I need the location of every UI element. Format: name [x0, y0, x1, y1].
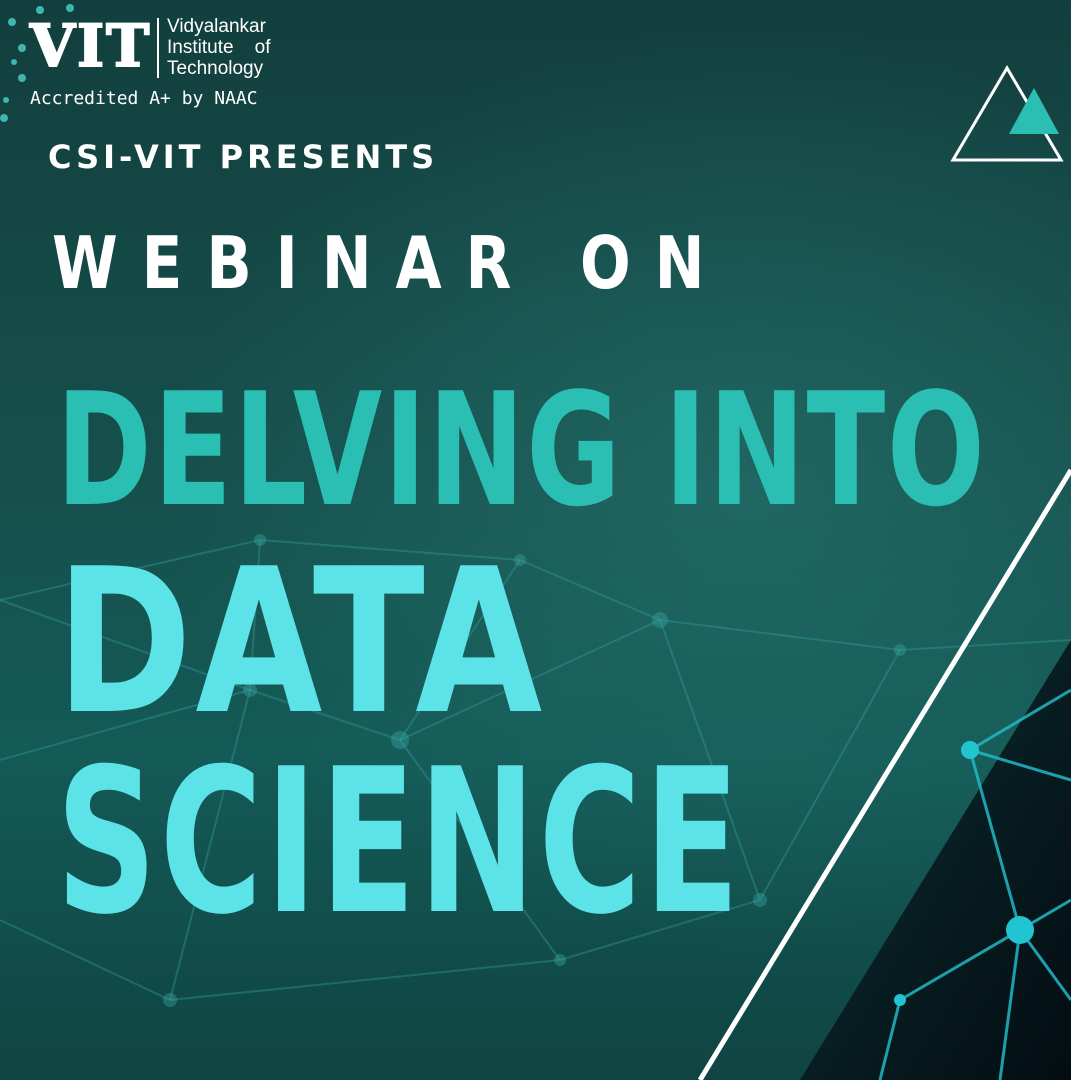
presenter-line: CSI-VIT PRESENTS: [48, 138, 439, 176]
title-line-1: DELVING INTO: [56, 359, 987, 541]
webinar-kicker: WEBINAR ON: [52, 221, 729, 305]
logo-name-line: Technology: [167, 58, 264, 79]
webinar-poster: VIT Vidyalankar Institute of Technology …: [0, 0, 1071, 1080]
title-line-3: SCIENCE: [56, 726, 743, 959]
accreditation-text: Accredited A+ by NAAC: [30, 88, 258, 109]
logo-divider: [157, 18, 159, 78]
logo-institute-name: Vidyalankar Institute of Technology: [167, 16, 307, 79]
vit-logo: VIT Vidyalankar Institute of Technology …: [0, 0, 300, 122]
logo-name-line: Institute of: [167, 37, 271, 58]
title-line-2: DATA: [56, 526, 546, 759]
logo-abbreviation: VIT: [29, 12, 152, 80]
triangle-logo-icon: [950, 65, 1064, 162]
logo-name-line: Vidyalankar: [167, 16, 266, 37]
